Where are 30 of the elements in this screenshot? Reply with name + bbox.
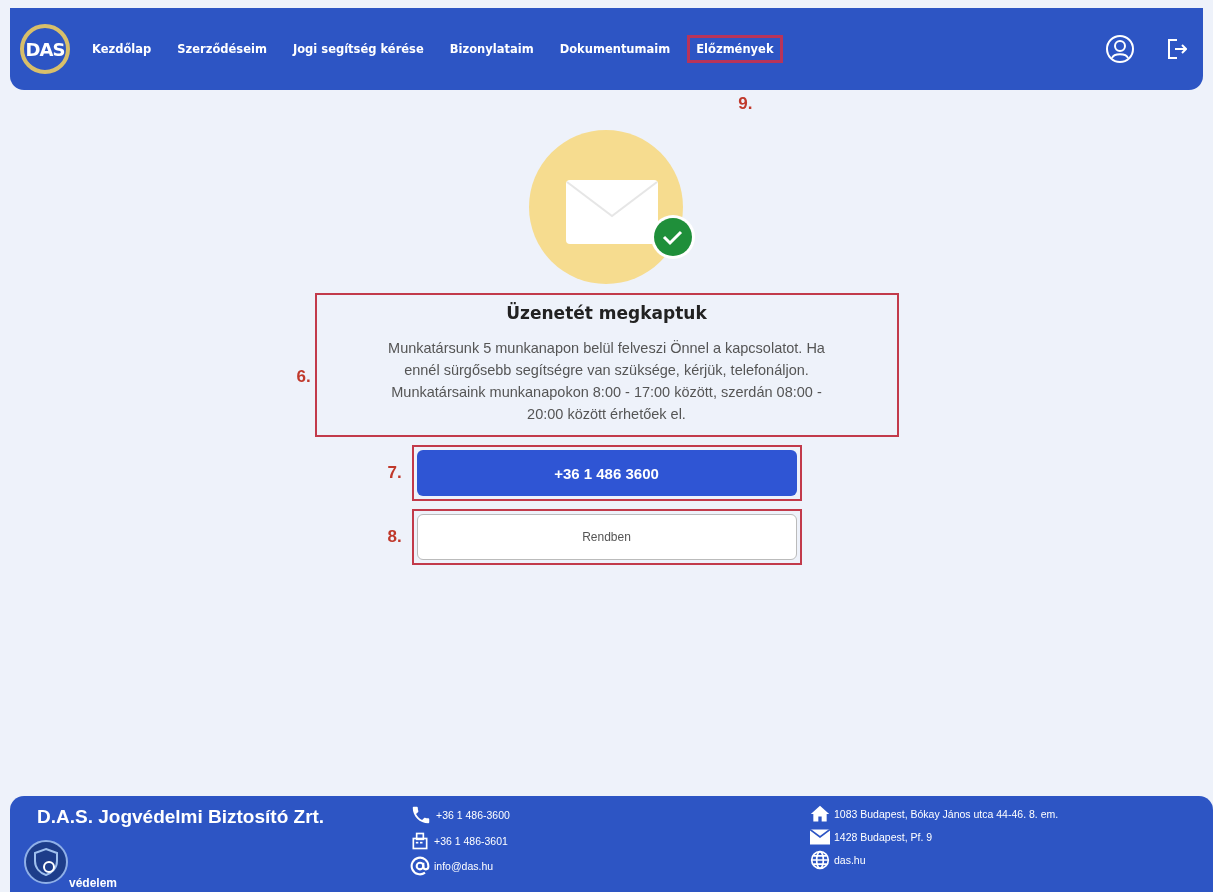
annotation-number: 8. [387, 527, 402, 547]
nav-link[interactable]: Dokumentumaim [559, 38, 671, 60]
phone-call-button[interactable]: +36 1 486 3600 [416, 450, 797, 496]
company-name: D.A.S. Jogvédelmi Biztosító Zrt. [37, 806, 326, 828]
logout-icon[interactable] [1167, 38, 1187, 60]
house-icon [810, 804, 830, 824]
annotation-number: 6. [296, 367, 311, 387]
contact-text: info@das.hu [434, 860, 494, 872]
badge-caption: védelem [68, 876, 119, 892]
contact-text: +36 1 486-3601 [434, 835, 508, 847]
logo[interactable]: DAS [20, 24, 70, 74]
user-profile-icon[interactable] [1105, 34, 1135, 64]
envelope-icon [810, 829, 830, 845]
annotation-number: 7. [387, 463, 402, 483]
fax-icon [410, 831, 430, 851]
nav-link[interactable]: Kezdőlap [92, 38, 152, 60]
address-text: 1083 Budapest, Bókay János utca 44-46. 8. em. [834, 808, 1059, 820]
nav-link[interactable]: Szerződéseim [177, 38, 267, 60]
nav-link[interactable]: Bizonylataim [449, 38, 534, 60]
ok-button[interactable]: Rendben [416, 514, 797, 560]
globe-icon [810, 850, 830, 870]
at-icon [410, 856, 430, 876]
phone-icon [410, 804, 432, 826]
address-text: das.hu [834, 854, 866, 866]
address-text: 1428 Budapest, Pf. 9 [834, 831, 933, 843]
annotation-number: 9. [738, 94, 753, 114]
message-title: Üzenetét megkaptuk [505, 303, 708, 323]
nav-link[interactable]: Jogi segítség kérése [292, 38, 424, 60]
contact-text: +36 1 486-3600 [436, 809, 510, 821]
message-text: Munkatársunk 5 munkanapon belül felveszi Önnel a kapcsolatot. Ha ennél sürgősebb segítségre van szüksége, kérjük, telefonáljon. Munkatársaink munkanapokon 8:00 - 17:00 között, szerdán 08:00 - 20:00 között érhetőek el. [387, 339, 826, 424]
